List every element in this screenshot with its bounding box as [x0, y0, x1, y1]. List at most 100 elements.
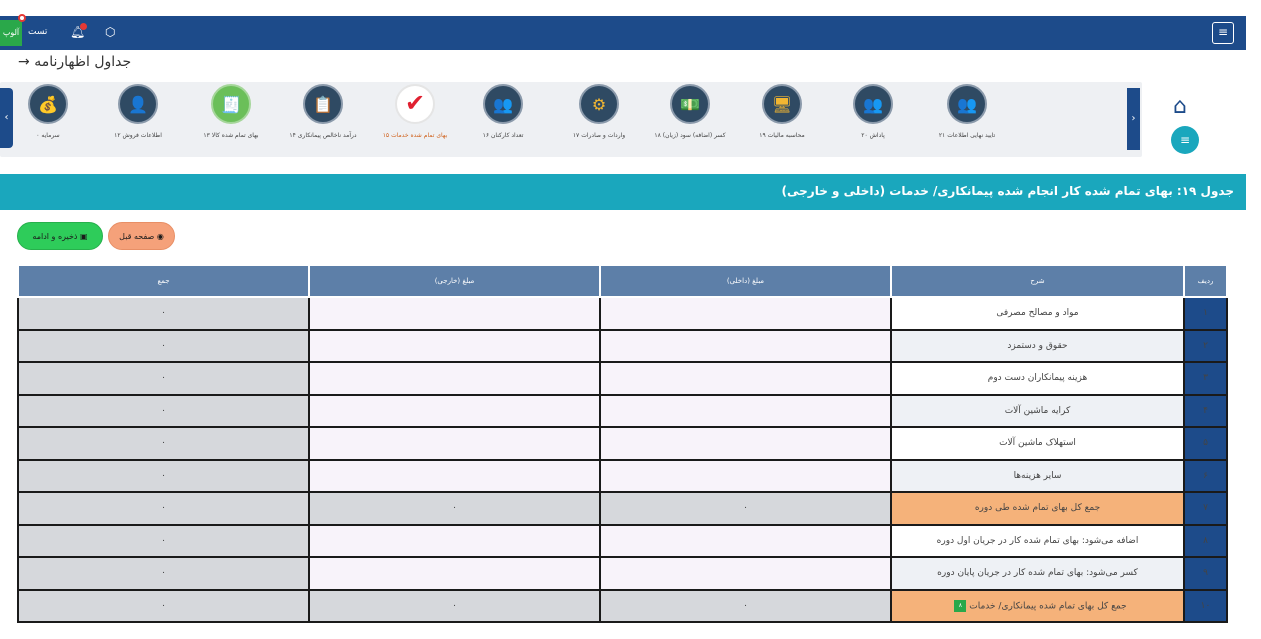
row-description: حقوق و دستمزد — [890, 328, 1185, 363]
carousel-item-contracting-revenue[interactable]: 📋 ۱۴ درآمد ناخالص پیمانکاری — [278, 82, 368, 141]
total-cell: ۰ — [17, 426, 310, 461]
carousel-item-final-approval[interactable]: 👥 ۲۱ تایید نهایی اطلاعات — [922, 82, 1012, 141]
total-cell: ۰ — [17, 556, 310, 591]
row-description: مواد و مصالح مصرفی — [890, 296, 1185, 331]
people-icon: 👥 — [853, 84, 893, 124]
user-status-dot — [18, 14, 26, 22]
row-description: کرایه ماشین آلات — [890, 393, 1185, 428]
document-icon: 📋 — [303, 84, 343, 124]
domestic-amount-input[interactable] — [599, 296, 892, 331]
carousel-item-label: ۲۱ تایید نهایی اطلاعات — [938, 132, 996, 139]
foreign-amount-input[interactable] — [308, 296, 601, 331]
save-continue-button[interactable]: ذخیره و ادامه ▣ — [17, 222, 103, 250]
invoice-icon: 🧾 — [211, 84, 251, 124]
carousel-item-profit-adjust[interactable]: 💵 ۱۸ کسر (اضافه) سود (زیان) — [645, 82, 735, 141]
page-title: → جداول اظهارنامه — [18, 54, 131, 70]
back-arrow-icon[interactable]: → — [18, 54, 30, 70]
domestic-amount-input[interactable] — [599, 328, 892, 363]
foreign-amount-input[interactable] — [308, 426, 601, 461]
carousel-item-bonus[interactable]: 👥 ۲۰ پاداش — [828, 82, 918, 141]
row-number: ۸ — [1183, 523, 1228, 558]
carousel-item-label: ۱۲ اطلاعات فروش — [114, 132, 162, 139]
team-icon: 👥 — [947, 84, 987, 124]
monitor-icon: 🖥 — [762, 84, 802, 124]
row-number: ۵ — [1183, 426, 1228, 461]
row-description: جمع کل بهای تمام شده طی دوره — [890, 491, 1185, 526]
foreign-amount-input[interactable] — [308, 523, 601, 558]
section-title: جدول ۱۹: بهای تمام شده کار انجام شده پیم… — [0, 174, 1246, 210]
domestic-amount-input[interactable] — [599, 361, 892, 396]
row-description: سایر هزینه‌ها — [890, 458, 1185, 493]
previous-page-button[interactable]: صفحه قبل ◉ — [108, 222, 175, 250]
money-bag-icon: 💰 — [28, 84, 68, 124]
domestic-amount-input[interactable] — [599, 393, 892, 428]
row-description: هزینه پیمانکاران دست دوم — [890, 361, 1185, 396]
foreign-amount-input[interactable] — [308, 361, 601, 396]
menu-icon: ≡ — [1217, 25, 1229, 39]
home-icon[interactable]: ⌂ — [1173, 94, 1187, 119]
domestic-subtotal-cell: ۰ — [599, 588, 892, 623]
total-cell: ۰ — [17, 458, 310, 493]
carousel-item-tax-calc[interactable]: 🖥 ۱۹ محاسبه مالیات — [737, 82, 827, 141]
row-number: ۳ — [1183, 361, 1228, 396]
foreign-amount-input[interactable] — [308, 393, 601, 428]
carousel-item-sales[interactable]: 👤 ۱۲ اطلاعات فروش — [93, 82, 183, 141]
person-icon: 👤 — [118, 84, 158, 124]
user-name[interactable]: تست — [28, 27, 47, 37]
cost-table: جمع مبلغ (خارجی) مبلغ (داخلی) شرح ردیف ۰… — [17, 264, 1228, 623]
carousel-item-label: ۲۰ پاداش — [861, 132, 885, 139]
table-header-row: جمع مبلغ (خارجی) مبلغ (داخلی) شرح ردیف — [17, 264, 1228, 298]
domestic-amount-input[interactable] — [599, 556, 892, 591]
box-icon[interactable]: ⬡ — [105, 25, 115, 39]
table-row: ۰ ۰ ۰ ۸ جمع کل بهای تمام شده پیمانکاری/ … — [17, 588, 1228, 623]
carousel-item-label: ۱۷ واردات و صادرات — [572, 132, 626, 139]
foreign-amount-input[interactable] — [308, 556, 601, 591]
save-icon: ▣ — [80, 232, 88, 241]
table-row: ۰ کرایه ماشین آلات ۴ — [17, 393, 1228, 428]
foreign-amount-input[interactable] — [308, 328, 601, 363]
domestic-amount-input[interactable] — [599, 458, 892, 493]
carousel-item-employees[interactable]: 👥 ۱۶ تعداد کارکنان — [458, 82, 548, 141]
status-badge[interactable]: ۸ — [954, 599, 967, 612]
carousel-item-label: ۱۳ بهای تمام شده کالا — [203, 132, 259, 139]
total-cell: ۰ — [17, 328, 310, 363]
carousel-item-goods-cost[interactable]: 🧾 ۱۳ بهای تمام شده کالا — [186, 82, 276, 141]
total-cell: ۰ — [17, 491, 310, 526]
notification-badge — [80, 23, 87, 30]
list-icon[interactable]: ≡ — [1171, 126, 1199, 154]
staff-icon: 👥 — [483, 84, 523, 124]
carousel-item-label: ۱۹ محاسبه مالیات — [759, 132, 805, 139]
carousel-item-label: ۱۵ بهای تمام شده خدمات — [382, 132, 448, 139]
column-header-row: ردیف — [1183, 264, 1228, 298]
carousel-item-import-export[interactable]: ⚙ ۱۷ واردات و صادرات — [554, 82, 644, 141]
carousel-item-services-cost[interactable]: ✔ ۱۵ بهای تمام شده خدمات — [370, 82, 460, 141]
table-row: ۰ کسر می‌شود: بهای تمام شده کار در جریان… — [17, 556, 1228, 591]
foreign-subtotal-cell: ۰ — [308, 588, 601, 623]
total-cell: ۰ — [17, 588, 310, 623]
table-row: ۰ مواد و مصالح مصرفی ۱ — [17, 296, 1228, 331]
user-button[interactable]: آلوپ — [0, 20, 22, 46]
carousel-item-capital[interactable]: 💰 ۰ سرمایه — [3, 82, 93, 141]
row-description: اضافه می‌شود: بهای تمام شده کار در جریان… — [890, 523, 1185, 558]
row-description: استهلاک ماشین آلات — [890, 426, 1185, 461]
exchange-icon: ⚙ — [579, 84, 619, 124]
column-header-total: جمع — [17, 264, 310, 298]
row-number: ۹ — [1183, 556, 1228, 591]
domestic-amount-input[interactable] — [599, 426, 892, 461]
carousel-pagination — [462, 164, 682, 179]
foreign-subtotal-cell: ۰ — [308, 491, 601, 526]
carousel-item-label: ۱۴ درآمد ناخالص پیمانکاری — [289, 132, 357, 139]
carousel-item-label: ۱۶ تعداد کارکنان — [482, 132, 524, 139]
table-row: ۰ سایر هزینه‌ها ۶ — [17, 458, 1228, 493]
cash-icon: 💵 — [670, 84, 710, 124]
menu-toggle-button[interactable]: ≡ — [1212, 22, 1234, 44]
carousel-next-button[interactable]: › — [1127, 88, 1140, 150]
foreign-amount-input[interactable] — [308, 458, 601, 493]
domestic-amount-input[interactable] — [599, 523, 892, 558]
total-cell: ۰ — [17, 361, 310, 396]
row-description: کسر می‌شود: بهای تمام شده کار در جریان پ… — [890, 556, 1185, 591]
row-number: ۶ — [1183, 458, 1228, 493]
column-header-domestic: مبلغ (داخلی) — [599, 264, 892, 298]
carousel-item-label: ۰ سرمایه — [36, 132, 60, 139]
table-row: ۰ اضافه می‌شود: بهای تمام شده کار در جری… — [17, 523, 1228, 558]
